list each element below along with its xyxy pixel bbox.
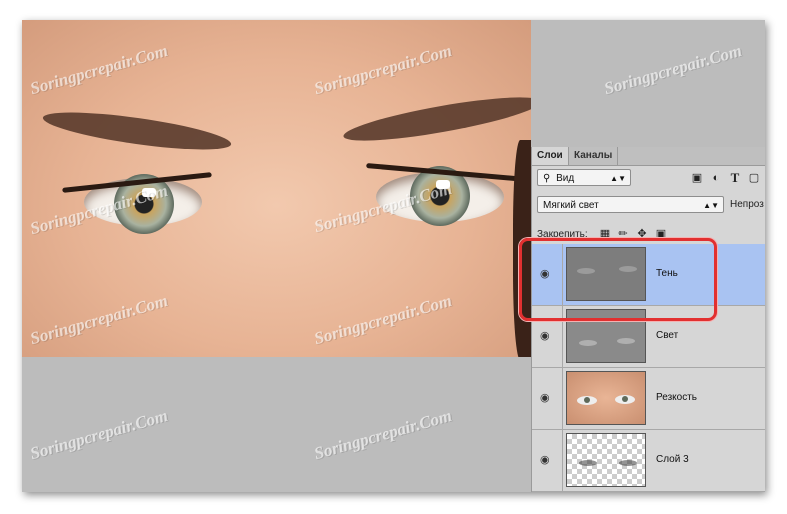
lock-move-icon[interactable]: ✥: [635, 227, 649, 241]
shape-filter-icon[interactable]: ▢: [747, 171, 761, 185]
layer-name: Тень: [656, 268, 678, 279]
tab-channels[interactable]: Каналы: [569, 147, 619, 165]
visibility-eye-icon[interactable]: ◉: [540, 331, 550, 342]
panel-tabs: Слои Каналы: [532, 147, 765, 166]
opacity-label: Непроз: [730, 199, 764, 210]
layer-thumbnail: [566, 247, 646, 301]
layer-thumbnail: [566, 309, 646, 363]
layer-name: Слой 3: [656, 454, 689, 465]
layer-row-shadow[interactable]: ◉ Тень: [532, 244, 765, 306]
layer-row-light[interactable]: ◉ Свет: [532, 306, 765, 368]
lock-transparency-icon[interactable]: ▦: [598, 227, 612, 241]
lock-all-icon[interactable]: ▣: [654, 227, 668, 241]
visibility-eye-icon[interactable]: ◉: [540, 393, 550, 404]
watermark-10: Soringpcrepair.Com: [27, 405, 170, 464]
right-eyebrow: [341, 88, 531, 150]
watermark-3: Soringpcrepair.Com: [601, 40, 744, 99]
visibility-eye-icon[interactable]: ◉: [540, 269, 550, 280]
tab-layers[interactable]: Слои: [532, 147, 569, 165]
layer-thumbnail: [566, 371, 646, 425]
photoshop-window: Soringpcrepair.Com Soringpcrepair.Com So…: [22, 20, 765, 492]
left-eyebrow: [41, 104, 233, 158]
lock-brush-icon[interactable]: ✏: [616, 227, 630, 241]
watermark-11: Soringpcrepair.Com: [311, 405, 454, 464]
layer-thumbnail: [566, 433, 646, 487]
blend-mode-select[interactable]: Мягкий свет ▲▼: [537, 196, 724, 213]
layer-name: Свет: [656, 330, 679, 341]
image-filter-icon[interactable]: ▣: [690, 171, 704, 185]
layer-filter-select[interactable]: ⚲ Вид ▲▼: [537, 169, 631, 186]
visibility-eye-icon[interactable]: ◉: [540, 455, 550, 466]
layers-panel: Слои Каналы ⚲ Вид ▲▼ ▣ ◐ T ▢ Мягкий свет…: [531, 147, 765, 492]
blend-mode-value: Мягкий свет: [543, 200, 599, 211]
updown-arrow-icon: ▲▼: [610, 174, 626, 183]
search-icon: ⚲: [543, 173, 551, 184]
lock-label: Закрепить:: [537, 229, 588, 240]
layer-name: Резкость: [656, 392, 697, 403]
layer-row-sharpness[interactable]: ◉ Резкость: [532, 368, 765, 430]
layer-row-layer-3[interactable]: ◉ Слой 3: [532, 430, 765, 492]
layer-filter-value: Вид: [556, 173, 575, 184]
adjustment-filter-icon[interactable]: ◐: [709, 171, 723, 185]
hair-strand: [513, 140, 531, 357]
updown-arrow-icon: ▲▼: [703, 201, 719, 210]
type-filter-icon[interactable]: T: [728, 171, 742, 185]
